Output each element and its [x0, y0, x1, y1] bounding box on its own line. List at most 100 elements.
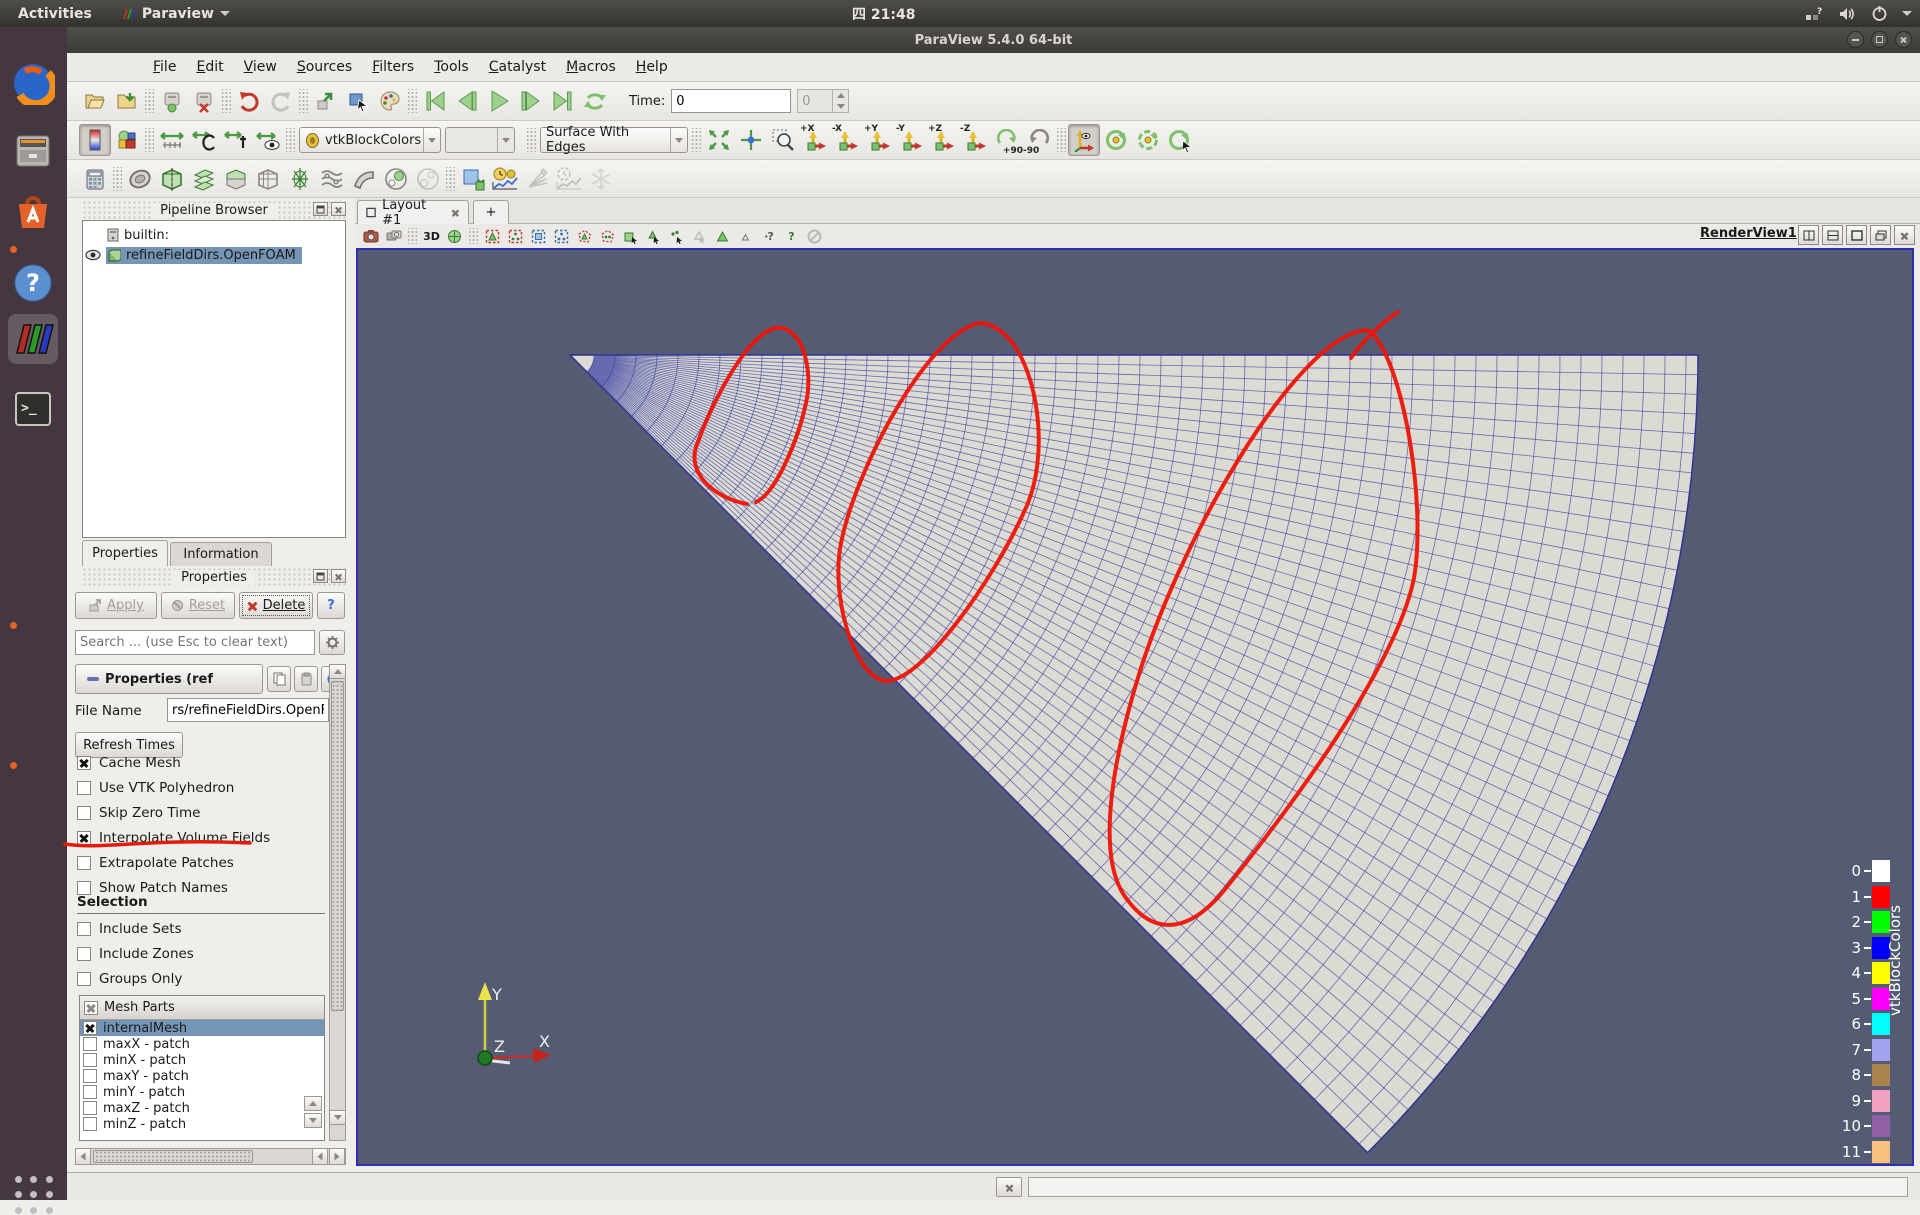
close-view-button[interactable] [1894, 225, 1915, 245]
color-array-combo[interactable]: vtkBlockColors [299, 127, 441, 153]
apply-button[interactable]: Apply [75, 592, 157, 619]
mesh-part-maxy-patch[interactable]: maxY - patch [80, 1068, 324, 1084]
open-button[interactable] [79, 85, 111, 117]
scroll-down-button[interactable] [329, 1110, 346, 1125]
new-layout-tab[interactable]: + [473, 200, 509, 224]
ungroup-button[interactable] [412, 163, 444, 195]
select-cells-through-button[interactable] [528, 226, 549, 246]
mesh-parts-header[interactable]: Mesh Parts [80, 996, 324, 1020]
menu-file[interactable]: File [143, 55, 186, 79]
option-groups-only[interactable]: Groups Only [77, 966, 322, 991]
checkbox[interactable] [77, 755, 91, 770]
option-include-sets[interactable]: Include Sets [77, 916, 322, 941]
checkbox[interactable] [77, 805, 91, 820]
mesh-part-minz-patch[interactable]: minZ - patch [80, 1116, 324, 1132]
view-+y-button[interactable]: +Y [863, 124, 895, 156]
reset-button[interactable]: Reset [161, 592, 235, 619]
dock-terminal[interactable]: >_ [8, 384, 58, 769]
menu-view[interactable]: View [234, 55, 287, 79]
orientation-axes-toggle[interactable] [1068, 124, 1100, 156]
tooltip-selection-button[interactable]: ? [781, 226, 802, 246]
menu-edit[interactable]: Edit [186, 55, 233, 79]
window-title-bar[interactable]: ParaView 5.4.0 64-bit [67, 27, 1920, 53]
vcr-loop-button[interactable] [579, 85, 611, 117]
checkbox[interactable] [83, 1053, 97, 1067]
auto-apply-toggle[interactable] [310, 85, 342, 117]
menu-filters[interactable]: Filters [362, 55, 424, 79]
copy-properties-button[interactable] [267, 666, 291, 692]
view-+z-button[interactable]: +Z [927, 124, 959, 156]
vcr-last-frame-button[interactable] [547, 85, 579, 117]
clear-selection-button[interactable] [804, 226, 825, 246]
menu-catalyst[interactable]: Catalyst [479, 55, 556, 79]
probe-location-button[interactable] [521, 163, 553, 195]
mesh-part-internalmesh[interactable]: internalMesh [80, 1020, 324, 1036]
dock-firefox[interactable] [8, 58, 58, 108]
dock-help[interactable]: ? [8, 258, 58, 308]
window-controls[interactable] [1847, 31, 1912, 48]
plot-over-time-button[interactable] [489, 163, 521, 195]
search-input[interactable] [75, 630, 315, 655]
pipeline-browser[interactable]: builtin: refineFieldDirs.OpenFOAM [82, 220, 346, 538]
glyph-filter-button[interactable] [284, 163, 316, 195]
mesh-part-minx-patch[interactable]: minX - patch [80, 1052, 324, 1068]
representation-combo[interactable]: Surface With Edges [540, 125, 688, 155]
close-dock-button[interactable] [331, 202, 346, 216]
checkbox[interactable] [83, 1101, 97, 1115]
extract-subset-button[interactable] [252, 163, 284, 195]
rotate-plus-90-button[interactable]: +90 [991, 124, 1023, 156]
select-points-polygon-button[interactable] [597, 226, 618, 246]
app-menu[interactable]: Paraview [110, 6, 240, 22]
panel-hscrollbar[interactable] [75, 1148, 346, 1165]
group-datasets-button[interactable] [380, 163, 412, 195]
scroll-right-button[interactable] [329, 1148, 345, 1165]
tab-information[interactable]: Information [170, 542, 272, 566]
pipeline-item-builtin[interactable]: builtin: [83, 225, 345, 245]
mesh-part-maxx-patch[interactable]: maxX - patch [80, 1036, 324, 1052]
view--x-button[interactable]: -X [831, 124, 863, 156]
checkbox[interactable] [77, 830, 91, 845]
selection-inspector-button[interactable] [342, 85, 374, 117]
render-viewport[interactable]: Y X Z 0 1 2 3 4 5 6 7 8 9 10 11 vtkBlockColors [356, 248, 1914, 1166]
split-horizontal-button[interactable] [1798, 225, 1819, 245]
float-dock-button[interactable] [313, 202, 328, 216]
rescale-custom-range-button[interactable] [188, 124, 220, 156]
clip-filter-button[interactable] [156, 163, 188, 195]
capture-link-button[interactable] [383, 226, 404, 246]
search-options-button[interactable] [319, 630, 345, 655]
checkbox[interactable] [83, 1021, 97, 1035]
checkbox[interactable] [83, 1117, 97, 1131]
checkbox[interactable] [77, 855, 91, 870]
pipeline-item-source[interactable]: refineFieldDirs.OpenFOAM [83, 245, 345, 265]
zoom-to-data-button[interactable] [735, 124, 767, 156]
select-block-button[interactable] [620, 226, 641, 246]
scroll-up-button[interactable] [329, 664, 346, 679]
file-name-input[interactable] [167, 698, 329, 722]
vcr-first-frame-button[interactable] [419, 85, 451, 117]
select-points-on-button[interactable] [505, 226, 526, 246]
checkbox[interactable] [77, 946, 91, 961]
edit-color-map-button[interactable] [111, 124, 143, 156]
option-skip-zero-time[interactable]: Skip Zero Time [77, 800, 322, 825]
help-button[interactable]: ? [317, 592, 345, 619]
vcr-previous-button[interactable] [451, 85, 483, 117]
grow-selection-button[interactable] [712, 226, 733, 246]
hover-value-button[interactable]: ·? [758, 226, 779, 246]
scroll-left-button[interactable] [75, 1148, 91, 1165]
adjust-camera-button[interactable] [444, 226, 465, 246]
dock-paraview[interactable] [8, 314, 58, 629]
system-tray[interactable]: ? [1804, 0, 1912, 27]
layout-tab[interactable]: Layout #1 [357, 198, 469, 228]
stream-tracer-button[interactable] [316, 163, 348, 195]
select-cells-polygon-button[interactable] [574, 226, 595, 246]
split-vertical-button[interactable] [1822, 225, 1843, 245]
option-use-vtk-polyhedron[interactable]: Use VTK Polyhedron [77, 775, 322, 800]
rescale-visible-button[interactable] [252, 124, 284, 156]
warp-by-vector-button[interactable] [348, 163, 380, 195]
option-include-zones[interactable]: Include Zones [77, 941, 322, 966]
menu-tools[interactable]: Tools [424, 55, 479, 79]
interactive-select-points-button[interactable] [666, 226, 687, 246]
abort-progress-button[interactable] [996, 1177, 1022, 1197]
reset-rotation-center-button[interactable] [1164, 124, 1196, 156]
time-input[interactable] [671, 89, 792, 113]
